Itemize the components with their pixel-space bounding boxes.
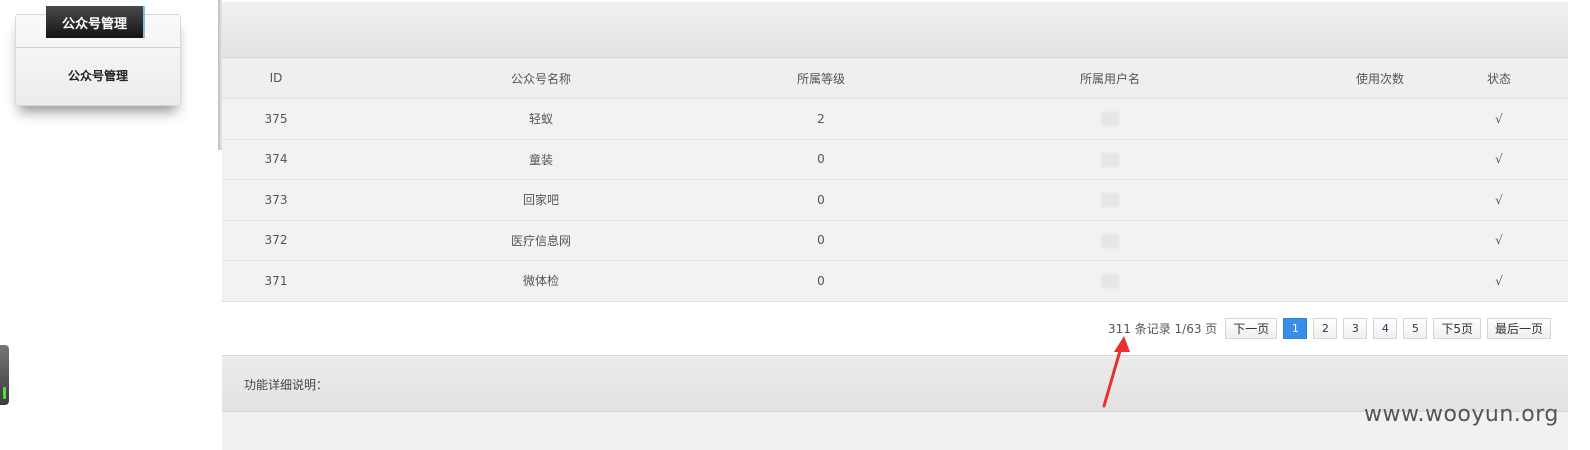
cell-status[interactable]: √ — [1430, 220, 1568, 261]
page-1-button[interactable]: 1 — [1283, 317, 1308, 339]
cell-count — [1330, 139, 1430, 180]
column-header-status: 状态 — [1430, 58, 1568, 99]
sidebar-item-account-manage[interactable]: 公众号管理 — [15, 64, 181, 86]
cell-count — [1330, 98, 1430, 140]
cell-count — [1330, 220, 1430, 261]
cell-name: 医疗信息网 — [330, 220, 752, 261]
column-header-count: 使用次数 — [1330, 58, 1430, 99]
cell-username — [890, 139, 1330, 180]
watermark: www.wooyun.org — [1364, 402, 1559, 427]
redacted-username — [1101, 274, 1119, 288]
column-header-id: ID — [222, 58, 330, 99]
cell-level: 0 — [752, 179, 890, 221]
cell-id: 373 — [222, 179, 330, 221]
cell-id: 374 — [222, 139, 330, 180]
page-4-button[interactable]: 4 — [1373, 317, 1398, 339]
redacted-username — [1101, 193, 1119, 207]
table-row[interactable]: 371 微体检 0 √ — [222, 260, 1568, 302]
redacted-username — [1101, 233, 1119, 248]
table-row[interactable]: 374 童装 0 √ — [222, 139, 1568, 180]
cell-status[interactable]: √ — [1430, 139, 1568, 180]
table-header-row: ID 公众号名称 所属等级 所属用户名 使用次数 状态 — [222, 58, 1568, 99]
cell-id: 372 — [222, 220, 330, 261]
next-5-pages-button[interactable]: 下5页 — [1433, 317, 1481, 339]
cell-count — [1330, 179, 1430, 221]
page-3-button[interactable]: 3 — [1343, 317, 1368, 339]
description-label: 功能详细说明： — [244, 378, 329, 392]
red-arrow-annotation — [1102, 336, 1130, 408]
cell-status[interactable]: √ — [1430, 98, 1568, 140]
column-header-username: 所属用户名 — [890, 58, 1330, 99]
main-panel: ID 公众号名称 所属等级 所属用户名 使用次数 状态 375 轻蚁 2 √ 3… — [222, 0, 1568, 450]
last-page-button[interactable]: 最后一页 — [1486, 317, 1551, 339]
cell-level: 0 — [752, 139, 890, 180]
page-2-button[interactable]: 2 — [1313, 317, 1338, 339]
cell-username — [890, 179, 1330, 221]
table-row[interactable]: 375 轻蚁 2 √ — [222, 98, 1568, 140]
column-header-level: 所属等级 — [752, 58, 890, 99]
sidebar-title-tab[interactable]: 公众号管理 — [46, 6, 145, 38]
table-row[interactable]: 372 医疗信息网 0 √ — [222, 220, 1568, 261]
toolbar — [222, 2, 1568, 58]
cell-count — [1330, 260, 1430, 302]
cell-username — [890, 98, 1330, 140]
cell-username — [890, 260, 1330, 302]
cell-status[interactable]: √ — [1430, 179, 1568, 221]
cell-level: 2 — [752, 98, 890, 140]
cell-name: 轻蚁 — [330, 98, 752, 140]
cell-level: 0 — [752, 260, 890, 302]
cell-name: 微体检 — [330, 260, 752, 302]
cell-name: 童装 — [330, 139, 752, 180]
cell-id: 371 — [222, 260, 330, 302]
cell-status[interactable]: √ — [1430, 260, 1568, 302]
cell-username — [890, 220, 1330, 261]
sidebar-toggle-icon[interactable] — [0, 345, 9, 405]
cell-id: 375 — [222, 98, 330, 140]
records-table: ID 公众号名称 所属等级 所属用户名 使用次数 状态 375 轻蚁 2 √ 3… — [222, 58, 1568, 302]
page-5-button[interactable]: 5 — [1403, 317, 1428, 339]
redacted-username — [1101, 112, 1119, 126]
next-page-button[interactable]: 下一页 — [1225, 317, 1278, 339]
sidebar: 公众号管理 公众号管理 — [0, 0, 220, 150]
sidebar-divider — [16, 47, 180, 48]
cell-name: 回家吧 — [330, 179, 752, 221]
status-led — [3, 387, 6, 399]
column-header-name: 公众号名称 — [330, 58, 752, 99]
pagination: 311 条记录 1/63 页 下一页 1 2 3 4 5 下5页 最后一页 — [1108, 317, 1551, 339]
redacted-username — [1101, 152, 1119, 167]
cell-level: 0 — [752, 220, 890, 261]
table-row[interactable]: 373 回家吧 0 √ — [222, 179, 1568, 221]
